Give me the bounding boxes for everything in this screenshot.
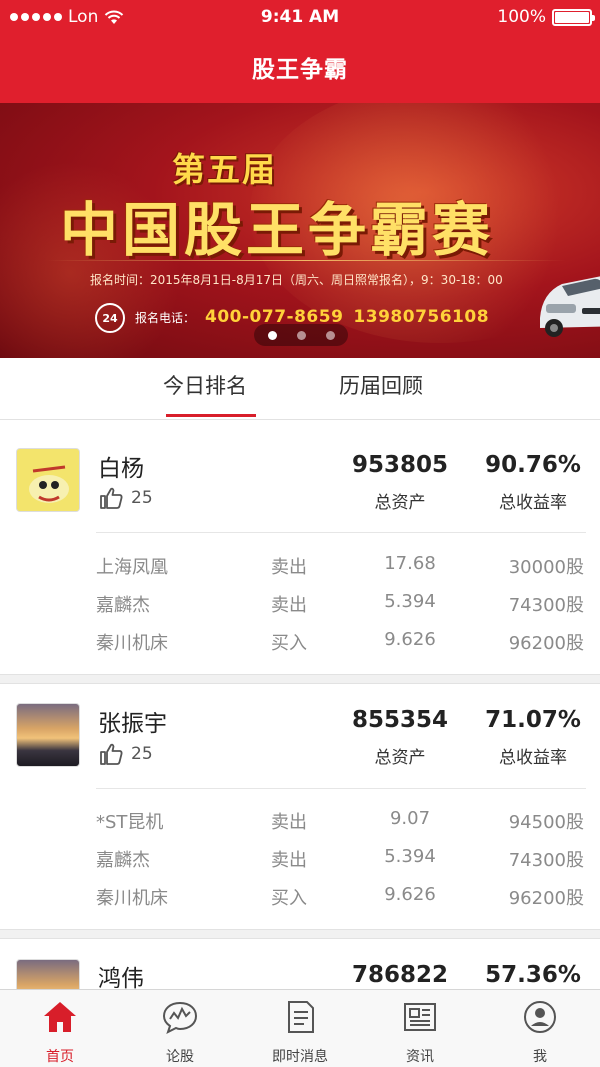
like-count: 25 bbox=[131, 744, 153, 764]
trade-stock: 上海凤凰 bbox=[96, 557, 168, 578]
tabbar-label: 首页 bbox=[46, 1049, 74, 1065]
promo-banner[interactable]: 第五届 中国股王争霸赛 报名时间：2015年8月1日-8月17日（周六、周日照常… bbox=[0, 103, 600, 358]
trade-price: 17.68 bbox=[384, 553, 436, 574]
avatar-image bbox=[17, 449, 79, 511]
pager-dot[interactable] bbox=[267, 330, 277, 340]
return-rate-value: 90.76% bbox=[485, 452, 581, 478]
tabbar-item-home[interactable]: 首页 bbox=[0, 990, 120, 1067]
trade-action: 卖出 bbox=[271, 557, 307, 578]
like-count: 25 bbox=[131, 488, 153, 508]
trade-quantity: 94500股 bbox=[508, 812, 584, 833]
trade-price: 9.626 bbox=[384, 629, 436, 650]
tabbar-item-discuss[interactable]: 论股 bbox=[120, 990, 240, 1067]
home-icon bbox=[44, 1002, 76, 1032]
trade-row: 上海凤凰 卖出 17.68 30000股 bbox=[0, 553, 600, 583]
trade-quantity: 30000股 bbox=[508, 557, 584, 578]
banner-registration-time: 报名时间：2015年8月1日-8月17日（周六、周日照常报名），9：30-18：… bbox=[90, 273, 503, 287]
car-image bbox=[540, 276, 600, 337]
card-separator bbox=[0, 674, 600, 684]
hours-24-icon: 24 bbox=[95, 303, 125, 333]
trade-action: 卖出 bbox=[271, 812, 307, 833]
trade-action: 买入 bbox=[271, 888, 307, 909]
trade-row: 秦川机床 买入 9.626 96200股 bbox=[0, 629, 600, 659]
total-assets-value: 855354 bbox=[351, 707, 449, 733]
card-separator bbox=[0, 929, 600, 939]
trade-action: 卖出 bbox=[271, 595, 307, 616]
pager-dot[interactable] bbox=[325, 330, 335, 340]
player-name: 鸿伟 bbox=[98, 966, 144, 989]
tab-past-review[interactable]: 历届回顾 bbox=[339, 370, 423, 400]
like-group[interactable]: 25 bbox=[99, 743, 153, 765]
trade-price: 5.394 bbox=[384, 846, 436, 867]
thumbs-up-icon[interactable] bbox=[99, 743, 123, 765]
ranking-tabs: 今日排名 历届回顾 bbox=[0, 358, 600, 420]
avatar[interactable] bbox=[16, 703, 80, 767]
player-name: 张振宇 bbox=[98, 711, 167, 737]
trade-row: *ST昆机 卖出 9.07 94500股 bbox=[0, 808, 600, 838]
tabbar-label: 即时消息 bbox=[272, 1049, 328, 1065]
trade-action: 买入 bbox=[271, 633, 307, 654]
page-title: 股王争霸 bbox=[252, 57, 348, 83]
return-rate-value: 71.07% bbox=[485, 707, 581, 733]
status-bar: Lon 9:41 AM 100% bbox=[0, 0, 600, 34]
tabbar-label: 我 bbox=[533, 1049, 547, 1065]
avatar[interactable] bbox=[16, 959, 80, 989]
avatar[interactable] bbox=[16, 448, 80, 512]
newspaper-icon bbox=[404, 1003, 436, 1031]
total-assets-label: 总资产 bbox=[374, 748, 426, 768]
thumbs-up-icon[interactable] bbox=[99, 487, 123, 509]
banner-phone-label: 报名电话： bbox=[135, 310, 196, 325]
trade-stock: 嘉麟杰 bbox=[96, 850, 150, 871]
trade-row: 嘉麟杰 卖出 5.394 74300股 bbox=[0, 591, 600, 621]
total-assets-value: 786822 bbox=[351, 962, 449, 988]
banner-title: 中国股王争霸赛 bbox=[60, 196, 495, 264]
battery-icon bbox=[552, 8, 595, 26]
battery-group: 100% bbox=[497, 7, 595, 27]
tabbar-item-me[interactable]: 我 bbox=[480, 990, 600, 1067]
player-card[interactable]: 鸿伟 786822 57.36% bbox=[0, 939, 600, 989]
trade-row: 秦川机床 买入 9.626 96200股 bbox=[0, 884, 600, 914]
trade-stock: 嘉麟杰 bbox=[96, 595, 150, 616]
trade-quantity: 96200股 bbox=[508, 633, 584, 654]
tabbar-item-messages[interactable]: 即时消息 bbox=[240, 990, 360, 1067]
trade-stock: 秦川机床 bbox=[96, 888, 168, 909]
tabbar-item-news[interactable]: 资讯 bbox=[360, 990, 480, 1067]
document-icon bbox=[288, 1001, 314, 1033]
return-rate-value: 57.36% bbox=[485, 962, 581, 988]
active-tab-indicator bbox=[166, 414, 256, 417]
trade-price: 9.626 bbox=[384, 884, 436, 905]
tabbar-label: 论股 bbox=[166, 1049, 194, 1065]
trade-quantity: 74300股 bbox=[508, 595, 584, 616]
trade-quantity: 74300股 bbox=[508, 850, 584, 871]
player-card[interactable]: 白杨 25 953805 90.76% 总资产 总收益率 上海凤凰 卖出 17.… bbox=[0, 421, 600, 674]
player-name: 白杨 bbox=[98, 456, 144, 482]
trade-quantity: 96200股 bbox=[508, 888, 584, 909]
banner-phone-2: 13980756108 bbox=[353, 306, 490, 327]
return-rate-label: 总收益率 bbox=[499, 493, 567, 513]
banner-pager[interactable] bbox=[254, 324, 348, 346]
trade-action: 卖出 bbox=[271, 850, 307, 871]
player-card[interactable]: 张振宇 25 855354 71.07% 总资产 总收益率 *ST昆机 卖出 9… bbox=[0, 684, 600, 929]
divider bbox=[96, 788, 586, 789]
chat-chart-icon bbox=[162, 1001, 198, 1034]
trade-row: 嘉麟杰 卖出 5.394 74300股 bbox=[0, 846, 600, 876]
tabbar-label: 资讯 bbox=[406, 1049, 434, 1065]
trade-stock: 秦川机床 bbox=[96, 633, 168, 654]
tab-today-ranking[interactable]: 今日排名 bbox=[163, 370, 247, 400]
return-rate-label: 总收益率 bbox=[499, 748, 567, 768]
total-assets-value: 953805 bbox=[351, 452, 449, 478]
top-bar: Lon 9:41 AM 100% 股王争霸 bbox=[0, 0, 600, 103]
user-icon bbox=[524, 1001, 556, 1033]
like-group[interactable]: 25 bbox=[99, 487, 153, 509]
battery-percent: 100% bbox=[497, 7, 546, 27]
bottom-tab-bar: 首页 论股 即时消息 资讯 我 bbox=[0, 989, 600, 1067]
trade-price: 5.394 bbox=[384, 591, 436, 612]
banner-divider bbox=[46, 260, 566, 261]
pager-dot[interactable] bbox=[296, 330, 306, 340]
trade-stock: *ST昆机 bbox=[96, 812, 164, 833]
total-assets-label: 总资产 bbox=[374, 493, 426, 513]
trade-price: 9.07 bbox=[389, 808, 431, 829]
divider bbox=[96, 532, 586, 533]
